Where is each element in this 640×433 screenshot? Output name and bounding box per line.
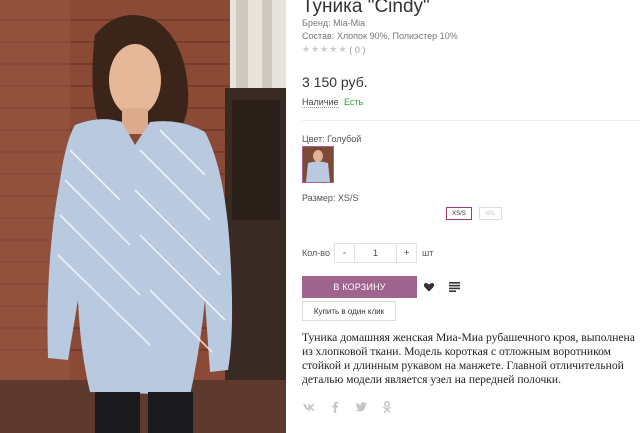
- size-option-m-l[interactable]: M/L: [479, 207, 502, 220]
- quantity-input[interactable]: 1: [355, 243, 396, 263]
- vk-icon[interactable]: [302, 400, 316, 414]
- star-icon[interactable]: ★: [329, 44, 337, 55]
- rating-stars[interactable]: ★ ★ ★ ★ ★: [302, 44, 346, 55]
- buy-one-click-button[interactable]: Купить в один клик: [302, 301, 396, 321]
- divider: [302, 120, 640, 121]
- compare-list-icon[interactable]: [449, 282, 460, 292]
- availability-value: Есть: [344, 97, 364, 107]
- facebook-icon[interactable]: [328, 400, 342, 414]
- product-title: Туника "Cindy": [302, 0, 430, 17]
- size-option-xs-s[interactable]: XS/S: [446, 207, 472, 220]
- star-icon[interactable]: ★: [302, 44, 310, 55]
- product-photo[interactable]: [0, 0, 286, 433]
- availability-label: Наличие: [302, 97, 339, 108]
- size-label: Размер: XS/S: [302, 193, 359, 203]
- product-composition: Состав: Хлопок 90%, Полиэстер 10%: [302, 31, 458, 41]
- star-icon[interactable]: ★: [320, 44, 328, 55]
- twitter-icon[interactable]: [354, 400, 368, 414]
- quantity-unit: шт: [422, 248, 434, 258]
- quantity-decrease-button[interactable]: -: [334, 243, 355, 263]
- quantity-increase-button[interactable]: +: [396, 243, 417, 263]
- rating-count: ( 0 ): [349, 44, 366, 55]
- product-info: Туника "Cindy" Бренд: Mia-Mia Состав: Хл…: [302, 0, 640, 433]
- add-to-cart-button[interactable]: В КОРЗИНУ: [302, 276, 417, 298]
- quantity-label: Кол-во: [302, 248, 330, 258]
- heart-icon[interactable]: [423, 281, 435, 293]
- odnoklassniki-icon[interactable]: [380, 400, 394, 414]
- availability: Наличие Есть: [302, 97, 364, 108]
- product-brand: Бренд: Mia-Mia: [302, 18, 366, 28]
- social-share: [302, 400, 394, 414]
- star-icon[interactable]: ★: [338, 44, 346, 55]
- color-label: Цвет: Голубой: [302, 134, 362, 144]
- product-description: Туника домашняя женская Миа-Миа рубашечн…: [302, 331, 635, 386]
- star-icon[interactable]: ★: [311, 44, 319, 55]
- product-price: 3 150 руб.: [302, 74, 368, 90]
- product-rating: ★ ★ ★ ★ ★ ( 0 ): [302, 44, 365, 55]
- color-swatch[interactable]: [302, 146, 334, 183]
